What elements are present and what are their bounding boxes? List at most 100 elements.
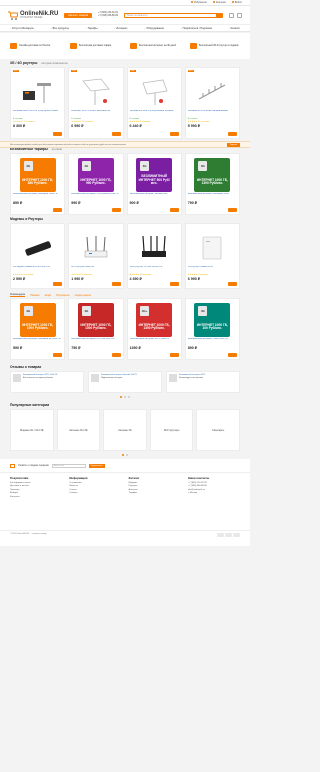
category-card[interactable]: Антенны 3G: [103, 409, 147, 451]
tariff-card[interactable]: 4G ИНТЕРНЕТ 1000 ГБ, 100 Руб/мес. Безлими…: [184, 298, 240, 360]
phone-2[interactable]: +7 (495) 646-89-09: [98, 15, 118, 18]
email-field[interactable]: Ваш e-mail: [51, 463, 86, 468]
tab-recommended[interactable]: Рекомендуем: [10, 293, 26, 297]
sim-image[interactable]: 4G БЕЗЛИМИТНЫЙ ИНТЕРНЕТ 900 Руб/мес.: [130, 157, 179, 193]
product-name[interactable]: Антенна 4G LTE MIMO направленная: [188, 110, 237, 117]
product-name[interactable]: Безлимитный интернет Tele2 1000 ГБ: [188, 338, 237, 345]
nav-item[interactable]: Оборудование: [145, 27, 164, 30]
topbar-cart[interactable]: Корзина: [212, 1, 226, 4]
review-product[interactable]: Безлимитный интернет МТС: [179, 374, 205, 376]
review-card[interactable]: Безлимитный интернет МТС 1000 ГБ Всё отли…: [10, 371, 84, 393]
carousel-dot[interactable]: [126, 454, 128, 456]
product-name[interactable]: Безлимитный интернет Ростелеком 1000 ГБ: [71, 193, 120, 200]
category-card[interactable]: Модемы 4G / 3G LTE: [10, 409, 54, 451]
category-card[interactable]: Wi-Fi роутеры: [149, 409, 194, 451]
product-name[interactable]: Безлимитный интернет Мегафон 1000 ГБ: [13, 193, 62, 200]
search-icon[interactable]: [216, 13, 222, 17]
add-to-cart-button[interactable]: [111, 353, 121, 357]
cart-icon[interactable]: [237, 12, 242, 18]
product-card[interactable]: Wi-Fi роутер TP-Link Archer C6 ★★★★★ 13 …: [126, 223, 182, 289]
topbar-favorites[interactable]: Избранное: [190, 1, 207, 4]
tariff-card[interactable]: 4G БЕЗЛИМИТНЫЙ ИНТЕРНЕТ 900 Руб/мес. Безл…: [126, 153, 182, 215]
nav-item[interactable]: Все продукты: [51, 27, 69, 30]
product-name[interactable]: Безлимитный интернет Мегафон на 1000 ГБ: [13, 338, 62, 345]
product-card[interactable]: Wi-Fi роутер Netis N4 ★★★★★ 8 отзывов 1 …: [68, 223, 124, 289]
review-card[interactable]: Безлимитный интернет Билайн 200 ГБ Подклю…: [88, 371, 162, 393]
sim-image[interactable]: 4G ИНТЕРНЕТ 1000 ГБ, 1000 Руб/мес.: [71, 302, 120, 338]
catalog-button[interactable]: Каталог товаров: [64, 12, 93, 18]
category-card[interactable]: Антенны 4G LTE: [56, 409, 101, 451]
nav-item[interactable]: Интернет: [115, 27, 127, 30]
product-name[interactable]: Антенна MIMO 4G LTE c роутером Huawei: [13, 110, 62, 117]
product-card[interactable]: ХИТ Антенна MIMO 4G LTE c роутером Huawe…: [10, 67, 66, 139]
nav-item[interactable]: Подписаться / Подписка: [181, 27, 212, 30]
product-image[interactable]: [130, 230, 179, 266]
tariff-card[interactable]: 4G+ ИНТЕРНЕТ 1000 ГБ, 1390 Руб/мес. Безли…: [126, 298, 182, 360]
review-product[interactable]: Безлимитный интернет Билайн 200 ГБ: [101, 374, 137, 376]
product-name[interactable]: 4G модем Huawei E3372h-320 LTE: [13, 266, 62, 273]
add-to-cart-button[interactable]: [169, 353, 179, 357]
tariff-card[interactable]: 4G ИНТЕРНЕТ 1000 ГБ, 990 Руб/мес. Безлими…: [68, 153, 124, 215]
add-to-cart-button[interactable]: [228, 353, 237, 357]
add-to-cart-button[interactable]: [169, 282, 179, 286]
add-to-cart-button[interactable]: [228, 132, 237, 136]
product-name[interactable]: Wi-Fi роутер Netis N4: [71, 266, 120, 273]
nav-item[interactable]: Тарифы: [86, 27, 98, 30]
product-card[interactable]: 4G модем Huawei E3372h-320 LTE ★★★★★ 9 о…: [10, 223, 66, 289]
add-to-cart-button[interactable]: [53, 282, 63, 286]
product-image[interactable]: [71, 74, 120, 110]
topbar-login[interactable]: Войти: [231, 1, 242, 4]
tab-discount[interactable]: Скидки недели: [75, 294, 92, 297]
subscribe-button[interactable]: Подписаться: [88, 463, 105, 468]
footer-link[interactable]: Отзывы: [69, 492, 121, 495]
sim-image[interactable]: 4G ИНТЕРНЕТ 1000 ГБ, 890 Руб/мес.: [13, 157, 62, 193]
tariff-card[interactable]: 4G ИНТЕРНЕТ 1000 ГБ, 1000 Руб/мес. Безлим…: [10, 298, 66, 360]
cookie-accept-button[interactable]: Хорошо: [226, 142, 240, 147]
product-image[interactable]: [130, 74, 179, 110]
product-name[interactable]: Wi-Fi роутер TP-Link Archer C6: [130, 266, 179, 273]
add-to-cart-button[interactable]: [53, 132, 63, 136]
site-logo[interactable]: OnlineNik.RU ИНТЕРНЕТ ВЕЗДЕ: [8, 11, 58, 20]
review-product[interactable]: Безлимитный интернет МТС 1000 ГБ: [23, 374, 57, 376]
tab-new[interactable]: Новинки: [30, 294, 39, 297]
product-name[interactable]: Комплект Wi-Fi с MIMO антенной 4G: [71, 110, 120, 117]
product-card[interactable]: 4G роутер Huawei B311 ★★★★★ 7 отзывов 6 …: [184, 223, 240, 289]
product-name[interactable]: Безлимитный интернет МТС на 1000 ГБ: [71, 338, 120, 345]
nav-item[interactable]: Каталог: [229, 27, 240, 30]
sim-image[interactable]: 4G+ ИНТЕРНЕТ 1000 ГБ, 1390 Руб/мес.: [130, 302, 179, 338]
footer-link[interactable]: Тарифы: [129, 492, 181, 495]
sim-image[interactable]: 4G ИНТЕРНЕТ 1000 ГБ, 1000 Руб/мес.: [13, 302, 62, 338]
add-to-cart-button[interactable]: [111, 208, 121, 212]
section-subtitle[interactable]: интернет-компоненты: [41, 62, 67, 65]
product-image[interactable]: [188, 230, 237, 266]
nav-item[interactable]: Услуги в Беларусь: [10, 27, 34, 30]
tab-sale[interactable]: Акции: [44, 294, 51, 297]
add-to-cart-button[interactable]: [111, 282, 121, 286]
category-card[interactable]: Сим-карты: [196, 409, 240, 451]
review-card[interactable]: Безлимитный интернет МТС Рекомендую этот …: [166, 371, 240, 393]
sim-image[interactable]: 3G ИНТЕРНЕТ 1000 ГБ, 1390 Руб/мес.: [188, 157, 237, 193]
heart-icon[interactable]: [229, 12, 234, 18]
product-name[interactable]: 4G роутер Huawei B311: [188, 266, 237, 273]
footer-link[interactable]: Контакты: [10, 496, 62, 499]
sim-image[interactable]: 4G ИНТЕРНЕТ 1000 ГБ, 990 Руб/мес.: [71, 157, 120, 193]
carousel-dot[interactable]: [128, 396, 130, 398]
add-to-cart-button[interactable]: [169, 208, 179, 212]
search-input[interactable]: Поиск по каталогу...: [123, 12, 223, 18]
product-image[interactable]: [71, 230, 120, 266]
tariff-card[interactable]: 3G ИНТЕРНЕТ 1000 ГБ, 1390 Руб/мес. Безлим…: [184, 153, 240, 215]
tariff-card[interactable]: 4G ИНТЕРНЕТ 1000 ГБ, 1000 Руб/мес. Безлим…: [68, 298, 124, 360]
carousel-dot[interactable]: [120, 396, 122, 398]
product-card[interactable]: ХИТ Антенна 4G MIMO для усиления сигнала…: [126, 67, 182, 139]
product-name[interactable]: Безлимитный интернет Билайн 900: [130, 193, 179, 200]
product-name[interactable]: Безлимитный интернет Мегафон 1390: [188, 193, 237, 200]
product-card[interactable]: ХИТ Комплект Wi-Fi с MIMO антенной 4G В …: [68, 67, 124, 139]
carousel-dot[interactable]: [124, 396, 126, 398]
add-to-cart-button[interactable]: [228, 208, 237, 212]
add-to-cart-button[interactable]: [228, 282, 237, 286]
product-name[interactable]: Антенна 4G MIMO для усиления сигнала: [130, 110, 179, 117]
product-image[interactable]: [13, 74, 62, 110]
tab-popular[interactable]: Популярное: [56, 294, 69, 297]
add-to-cart-button[interactable]: [111, 132, 121, 136]
sim-image[interactable]: 4G ИНТЕРНЕТ 1000 ГБ, 100 Руб/мес.: [188, 302, 237, 338]
